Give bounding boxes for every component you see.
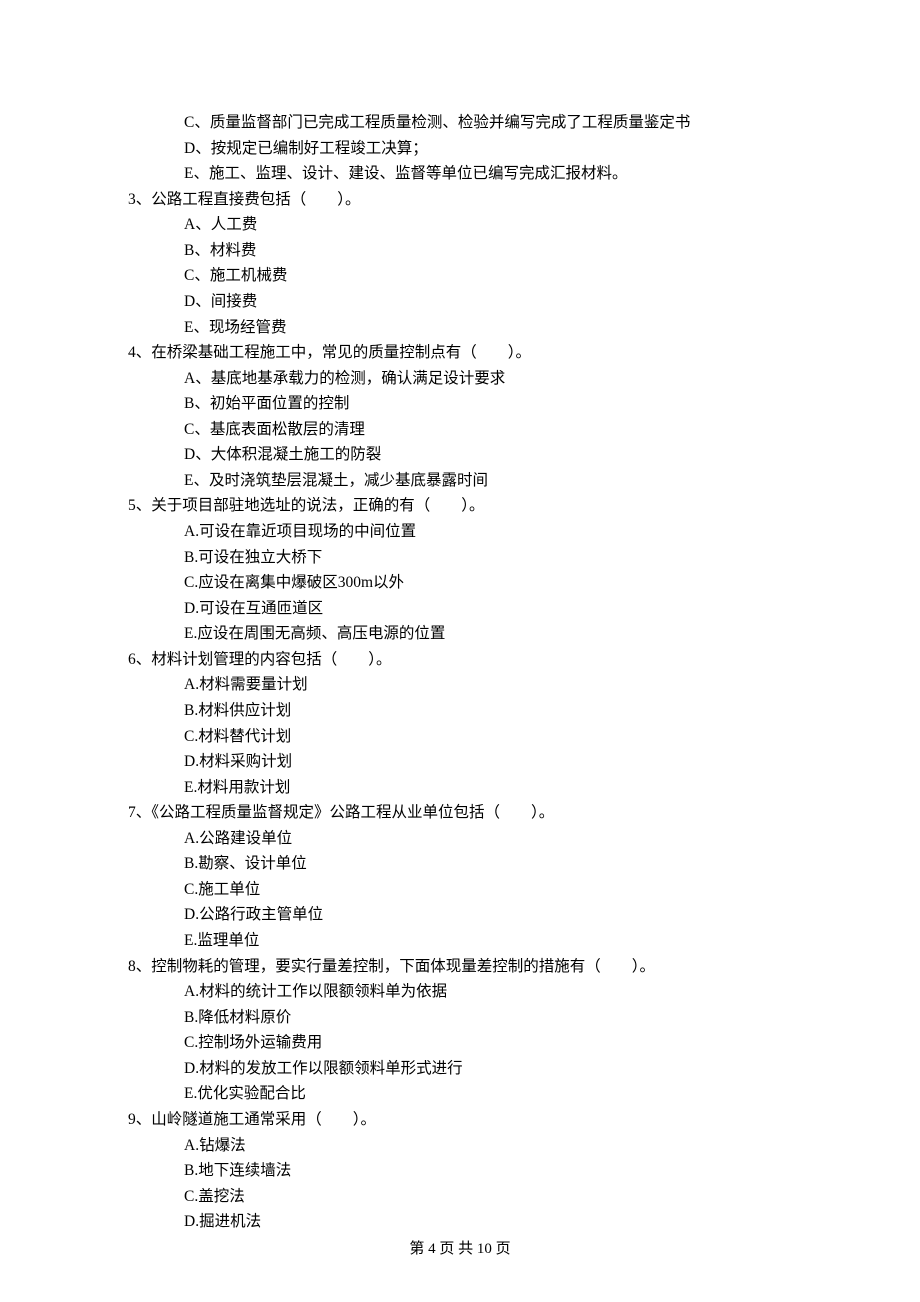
- question-option: E、及时浇筑垫层混凝土，减少基底暴露时间: [128, 468, 820, 494]
- question-option: C、基底表面松散层的清理: [128, 417, 820, 443]
- orphan-option: E、施工、监理、设计、建设、监督等单位已编写完成汇报材料。: [128, 161, 820, 187]
- question-option: D、大体积混凝土施工的防裂: [128, 442, 820, 468]
- question-option: A.材料的统计工作以限额领料单为依据: [128, 979, 820, 1005]
- question-option: A.可设在靠近项目现场的中间位置: [128, 519, 820, 545]
- question-option: A、人工费: [128, 212, 820, 238]
- question-stem: 8、控制物耗的管理，要实行量差控制，下面体现量差控制的措施有（ ）。: [128, 954, 820, 980]
- document-body: C、质量监督部门已完成工程质量检测、检验并编写完成了工程质量鉴定书 D、按规定已…: [0, 0, 920, 1235]
- question-option: B.勘察、设计单位: [128, 851, 820, 877]
- question-option: B、材料费: [128, 238, 820, 264]
- orphan-option: C、质量监督部门已完成工程质量检测、检验并编写完成了工程质量鉴定书: [128, 110, 820, 136]
- question-option: C.盖挖法: [128, 1184, 820, 1210]
- question-option: D.公路行政主管单位: [128, 902, 820, 928]
- question-option: B.地下连续墙法: [128, 1158, 820, 1184]
- orphan-option: D、按规定已编制好工程竣工决算；: [128, 136, 820, 162]
- question-option: B.可设在独立大桥下: [128, 545, 820, 571]
- question-option: C.施工单位: [128, 877, 820, 903]
- question-stem: 9、山岭隧道施工通常采用（ ）。: [128, 1107, 820, 1133]
- question-option: D.可设在互通匝道区: [128, 596, 820, 622]
- question-stem: 7、《公路工程质量监督规定》公路工程从业单位包括（ ）。: [128, 800, 820, 826]
- question-option: B、初始平面位置的控制: [128, 391, 820, 417]
- question-option: C.应设在离集中爆破区300m以外: [128, 570, 820, 596]
- question-stem: 6、材料计划管理的内容包括（ ）。: [128, 647, 820, 673]
- question-option: B.材料供应计划: [128, 698, 820, 724]
- question-option: C.材料替代计划: [128, 724, 820, 750]
- question-option: D.材料采购计划: [128, 749, 820, 775]
- question-option: B.降低材料原价: [128, 1005, 820, 1031]
- question-option: E.优化实验配合比: [128, 1081, 820, 1107]
- question-option: E.应设在周围无高频、高压电源的位置: [128, 621, 820, 647]
- question-stem: 3、公路工程直接费包括（ ）。: [128, 187, 820, 213]
- question-option: C.控制场外运输费用: [128, 1030, 820, 1056]
- question-option: D.材料的发放工作以限额领料单形式进行: [128, 1056, 820, 1082]
- question-option: E.监理单位: [128, 928, 820, 954]
- question-option: C、施工机械费: [128, 263, 820, 289]
- question-option: A.公路建设单位: [128, 826, 820, 852]
- question-option: A.钻爆法: [128, 1133, 820, 1159]
- question-option: A、基底地基承载力的检测，确认满足设计要求: [128, 366, 820, 392]
- question-option: E、现场经管费: [128, 315, 820, 341]
- page-footer: 第 4 页 共 10 页: [0, 1237, 920, 1262]
- question-option: A.材料需要量计划: [128, 672, 820, 698]
- question-option: E.材料用款计划: [128, 775, 820, 801]
- question-stem: 4、在桥梁基础工程施工中，常见的质量控制点有（ ）。: [128, 340, 820, 366]
- question-option: D.掘进机法: [128, 1209, 820, 1235]
- question-stem: 5、关于项目部驻地选址的说法，正确的有（ ）。: [128, 493, 820, 519]
- question-option: D、间接费: [128, 289, 820, 315]
